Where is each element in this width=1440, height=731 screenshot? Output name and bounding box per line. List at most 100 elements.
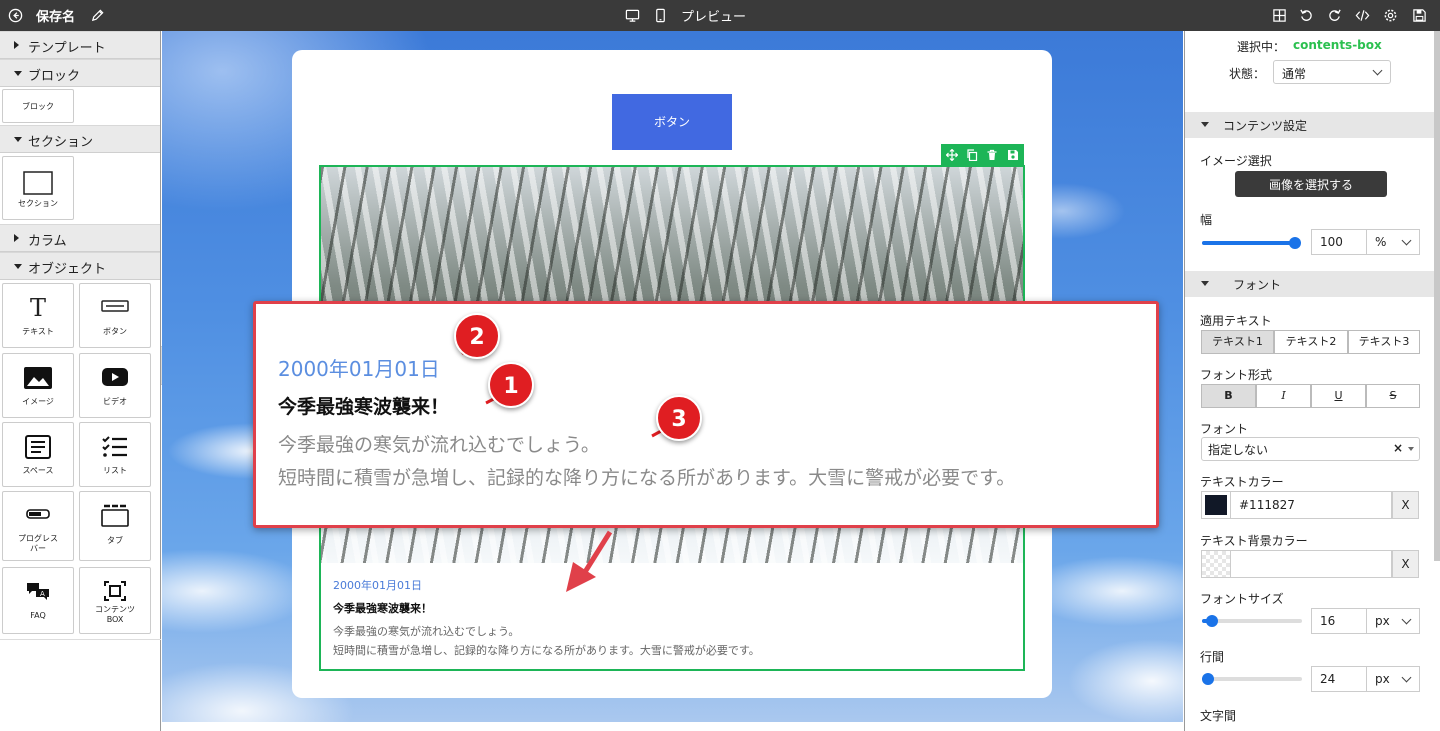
line-height-slider[interactable] [1202,673,1302,685]
font-size-slider[interactable] [1202,615,1302,627]
tab-icon [80,504,150,530]
image-select-label: イメージ選択 [1200,154,1272,168]
code-icon[interactable] [1355,8,1370,23]
width-label: 幅 [1200,213,1213,227]
line-height-slider-knob[interactable] [1202,673,1214,685]
section-label: ブロック [28,69,81,84]
state-select[interactable]: 通常 [1273,60,1391,84]
object-tile-faq[interactable]: A FAQ [2,567,74,634]
font-size-unit-select[interactable]: px [1366,608,1420,634]
width-unit-select[interactable]: % [1366,229,1420,255]
object-tile-text[interactable]: T テキスト [2,283,74,348]
object-tile-tab[interactable]: タブ [79,491,151,561]
tile-label: FAQ [30,611,46,620]
object-tile-list[interactable]: リスト [79,422,151,487]
desktop-icon[interactable] [625,8,640,23]
object-tile-contents-box[interactable]: コンテンツ BOX [79,567,151,634]
state-value: 通常 [1282,67,1307,81]
font-label: フォント [1200,422,1249,436]
text-tab-3[interactable]: テキスト3 [1348,330,1420,354]
tile-label: ボタン [103,327,127,336]
bold-button[interactable]: B [1201,384,1256,408]
section-label: テンプレート [28,41,106,56]
selected-value: contents-box [1293,38,1382,52]
tile-label: バー [30,544,46,553]
move-icon[interactable] [946,149,958,161]
faq-icon: A [3,580,73,606]
object-tile-image[interactable]: イメージ [2,353,74,418]
edit-icon[interactable] [90,8,105,23]
font-size-input[interactable]: 16 [1311,608,1366,634]
width-slider[interactable] [1202,237,1301,249]
caret-down-icon [14,264,22,269]
trash-icon[interactable] [986,149,998,161]
save-block-icon[interactable] [1007,149,1019,161]
text-color-swatch[interactable] [1201,491,1231,519]
right-panel-scrollbar[interactable] [1434,31,1440,561]
save-icon[interactable] [1412,8,1427,23]
object-tile-progress-bar[interactable]: プログレス バー [2,491,74,561]
section-header-template[interactable]: テンプレート [0,31,160,59]
object-tile-video[interactable]: ビデオ [79,353,151,418]
copy-icon[interactable] [966,149,978,161]
canvas-footer [162,722,1183,731]
grid-icon[interactable] [1272,8,1287,23]
demo-button[interactable]: ボタン [612,94,732,150]
line-height-unit-select[interactable]: px [1366,666,1420,692]
section-label: カラム [28,234,67,249]
clear-text-color-button[interactable]: X [1392,491,1419,519]
article-date: 2000年01月01日 [333,579,422,592]
clear-text-bg-color-button[interactable]: X [1392,550,1419,578]
text-bg-color-input[interactable] [1231,550,1392,578]
text-bg-color-swatch[interactable] [1201,550,1231,578]
font-size-unit: px [1375,614,1390,628]
space-icon [3,435,73,461]
tile-label: タブ [107,536,123,545]
section-label: セクション [28,135,94,150]
italic-button[interactable]: I [1256,384,1311,408]
clear-icon[interactable]: × [1393,441,1403,455]
tile-label: コンテンツ [95,605,135,614]
content-settings-header[interactable]: コンテンツ設定 [1185,112,1435,138]
badge-1: 1 [488,362,534,408]
back-icon[interactable] [8,8,23,23]
tile-label: リスト [103,466,127,475]
strikethrough-button[interactable]: S [1366,384,1420,408]
mobile-icon[interactable] [653,8,668,23]
section-header-block[interactable]: ブロック [0,59,160,87]
chevron-down-icon [1401,235,1412,246]
redo-icon[interactable] [1327,8,1342,23]
preview-label[interactable]: プレビュー [681,6,746,25]
tile-label: セクション [18,199,58,208]
section-tile[interactable]: セクション [2,156,74,220]
font-size-slider-knob[interactable] [1206,615,1218,627]
object-tile-space[interactable]: スペース [2,422,74,487]
save-name[interactable]: 保存名 [36,6,75,25]
badge-3: 3 [656,395,702,441]
font-select[interactable]: 指定しない × [1201,437,1420,461]
image-icon [3,366,73,392]
selected-label: 選択中： [1237,40,1286,54]
underline-button[interactable]: U [1311,384,1366,408]
font-section-header[interactable]: フォント [1185,271,1435,297]
section-icon [3,171,73,197]
section-header-column[interactable]: カラム [0,224,160,252]
text-tab-1[interactable]: テキスト1 [1201,330,1274,354]
section-header-object[interactable]: オブジェクト [0,252,160,280]
object-tile-button[interactable]: ボタン [79,283,151,348]
width-input[interactable]: 100 [1311,229,1366,255]
panel-divider [0,639,161,640]
width-slider-knob[interactable] [1289,237,1301,249]
callout-date: 2000年01月01日 [278,357,440,381]
text-color-swatch-fill [1205,495,1227,515]
svg-text:A: A [40,590,45,598]
select-image-button[interactable]: 画像を選択する [1235,171,1387,197]
section-header-section[interactable]: セクション [0,125,160,153]
line-height-input[interactable]: 24 [1311,666,1366,692]
undo-icon[interactable] [1299,8,1314,23]
gear-icon[interactable] [1383,8,1398,23]
text-tab-2[interactable]: テキスト2 [1274,330,1348,354]
text-color-input[interactable]: #111827 [1231,491,1392,519]
block-tile[interactable]: ブロック [2,89,74,123]
caret-right-icon [14,41,19,49]
